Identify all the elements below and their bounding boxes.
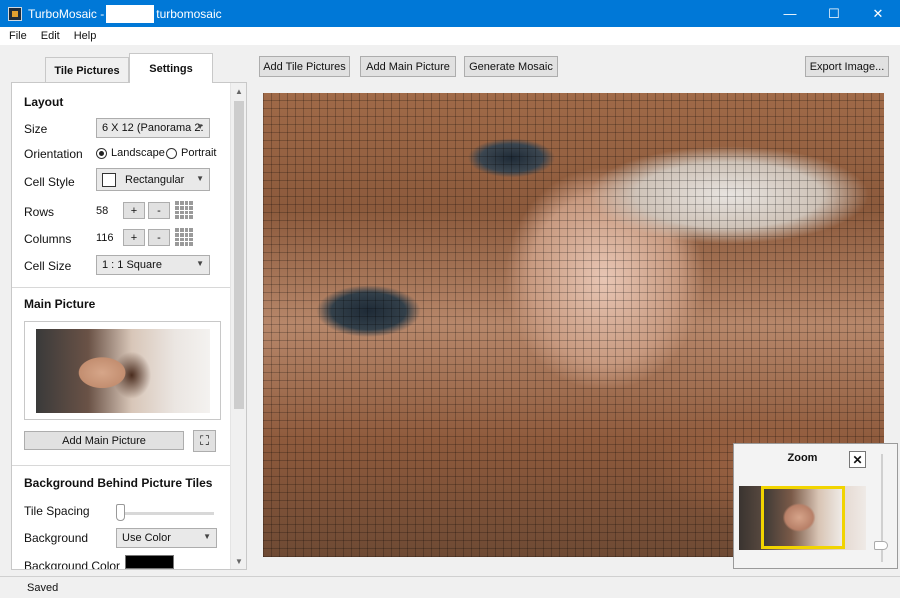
crop-icon: ⛶ <box>199 433 210 448</box>
zoom-navigator[interactable] <box>739 486 866 550</box>
export-image-button[interactable]: Export Image... <box>805 56 889 77</box>
cell-size-label: Cell Size <box>24 259 72 273</box>
size-label: Size <box>24 122 48 136</box>
add-tile-pictures-button[interactable]: Add Tile Pictures <box>259 56 350 77</box>
rows-value: 58 <box>96 205 109 217</box>
menu-bar: File Edit Help <box>0 27 900 45</box>
chevron-down-icon: ▼ <box>203 532 211 541</box>
redacted-region <box>106 4 155 23</box>
columns-increase-button[interactable]: + <box>123 229 145 246</box>
crop-button[interactable]: ⛶ <box>193 430 216 452</box>
background-label: Background <box>24 531 89 545</box>
menu-edit[interactable]: Edit <box>34 30 67 42</box>
section-divider <box>12 287 232 288</box>
cell-style-dropdown[interactable]: Rectangular ▼ <box>96 168 210 191</box>
zoom-slider-thumb[interactable] <box>874 541 888 550</box>
scroll-up-icon[interactable]: ▲ <box>231 83 246 99</box>
grid-icon[interactable] <box>175 201 193 219</box>
columns-value: 116 <box>96 232 114 244</box>
orientation-label: Orientation <box>24 147 83 161</box>
rows-label: Rows <box>24 205 55 219</box>
zoom-window: Zoom ✕ <box>733 443 898 569</box>
grid-icon[interactable] <box>175 228 193 246</box>
zoom-viewport-box[interactable] <box>761 486 845 549</box>
title-bar: TurboMosaic - turbomosaic — ☐ ✕ <box>0 0 900 27</box>
background-dropdown[interactable]: Use Color ▼ <box>116 528 217 548</box>
cell-style-label: Cell Style <box>24 175 75 189</box>
menu-help[interactable]: Help <box>67 30 104 42</box>
orientation-landscape-radio[interactable]: Landscape <box>96 147 165 159</box>
rows-decrease-button[interactable]: - <box>148 202 170 219</box>
menu-file[interactable]: File <box>0 30 34 42</box>
size-dropdown[interactable]: 6 X 12 (Panorama 2: ▼ <box>96 118 210 138</box>
close-button[interactable]: ✕ <box>856 0 900 27</box>
close-icon: ✕ <box>852 452 863 467</box>
tile-spacing-label: Tile Spacing <box>24 504 90 518</box>
size-value: 6 X 12 (Panorama 2: <box>102 122 204 134</box>
main-picture-section-title: Main Picture <box>24 297 96 311</box>
main-picture-thumbnail <box>36 329 210 413</box>
orientation-portrait-radio[interactable]: Portrait <box>166 147 216 159</box>
status-bar: Saved <box>0 576 900 598</box>
radio-unselected-icon <box>166 147 177 159</box>
background-color-swatch[interactable] <box>125 555 174 569</box>
cell-style-value: Rectangular <box>125 173 185 186</box>
window-title-prefix: TurboMosaic - <box>28 6 105 21</box>
tile-spacing-slider-thumb[interactable] <box>116 504 125 521</box>
panel-scrollbar[interactable]: ▲ ▼ <box>230 83 246 569</box>
columns-label: Columns <box>24 232 72 246</box>
generate-mosaic-button[interactable]: Generate Mosaic <box>464 56 558 77</box>
cell-size-value: 1 : 1 Square <box>102 259 162 271</box>
minimize-button[interactable]: — <box>768 0 812 27</box>
chevron-down-icon: ▼ <box>196 259 204 268</box>
background-color-label: Background Color <box>24 559 121 570</box>
portrait-label: Portrait <box>181 147 217 159</box>
chevron-down-icon: ▼ <box>196 122 204 131</box>
window-title-suffix: turbomosaic <box>156 6 222 21</box>
tab-settings[interactable]: Settings <box>129 53 213 83</box>
background-value: Use Color <box>122 532 171 544</box>
zoom-close-button[interactable]: ✕ <box>849 451 866 468</box>
tile-spacing-track[interactable] <box>120 512 214 515</box>
background-section-title: Background Behind Picture Tiles <box>24 476 213 490</box>
window-controls: — ☐ ✕ <box>768 0 900 27</box>
rectangle-icon <box>102 172 116 187</box>
add-main-picture-panel-button[interactable]: Add Main Picture <box>24 431 184 450</box>
maximize-button[interactable]: ☐ <box>812 0 856 27</box>
cell-size-dropdown[interactable]: 1 : 1 Square ▼ <box>96 255 210 275</box>
left-tabs: Tile Pictures Settings <box>0 53 250 83</box>
rows-increase-button[interactable]: + <box>123 202 145 219</box>
columns-decrease-button[interactable]: - <box>148 229 170 246</box>
radio-selected-icon <box>96 147 107 159</box>
app-icon <box>8 6 22 21</box>
window-title: TurboMosaic - turbomosaic <box>28 4 222 23</box>
status-text: Saved <box>27 581 59 594</box>
main-picture-frame[interactable] <box>24 321 221 420</box>
layout-section-title: Layout <box>24 95 64 109</box>
landscape-label: Landscape <box>111 147 165 159</box>
scroll-thumb[interactable] <box>234 101 244 409</box>
chevron-down-icon: ▼ <box>196 174 204 183</box>
section-divider <box>12 465 232 466</box>
settings-panel: Layout Size 6 X 12 (Panorama 2: ▼ Orient… <box>11 82 247 570</box>
tab-tile-pictures[interactable]: Tile Pictures <box>45 57 129 83</box>
add-main-picture-button[interactable]: Add Main Picture <box>360 56 456 77</box>
scroll-down-icon[interactable]: ▼ <box>231 553 246 569</box>
